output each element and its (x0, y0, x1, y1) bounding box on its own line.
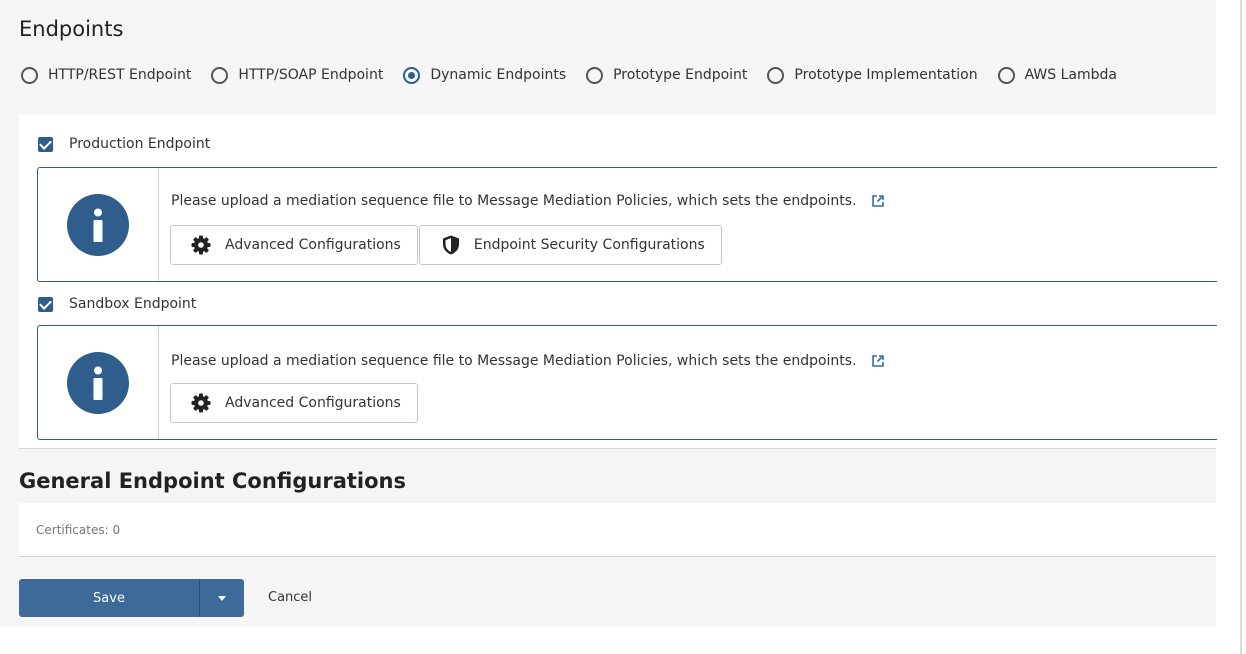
cancel-button[interactable]: Cancel (268, 590, 312, 605)
sandbox-advanced-configurations-button[interactable]: Advanced Configurations (170, 383, 418, 423)
external-link-icon[interactable] (871, 354, 885, 368)
radio-button[interactable] (767, 66, 785, 84)
radio-button[interactable] (586, 66, 604, 84)
radio-label: Prototype Implementation (794, 67, 978, 83)
production-endpoint-checkbox[interactable] (38, 136, 53, 152)
sandbox-info-box: Please upload a mediation sequence file … (37, 325, 1217, 440)
info-icon-panel (38, 168, 159, 281)
radio-label: AWS Lambda (1024, 67, 1117, 83)
endpoints-card: Production Endpoint Please upload a medi… (19, 114, 1217, 449)
save-dropdown-button[interactable] (199, 579, 244, 617)
save-button-group: Save (19, 579, 244, 617)
sandbox-button-row: Advanced Configurations (170, 383, 419, 423)
radio-aws-lambda[interactable]: AWS Lambda (997, 66, 1117, 84)
radio-button[interactable] (997, 66, 1015, 84)
endpoint-type-radio-group: HTTP/REST Endpoint HTTP/SOAP Endpoint Dy… (21, 64, 1137, 86)
certificates-count: Certificates: 0 (36, 522, 121, 537)
production-endpoint-checkbox-row[interactable]: Production Endpoint (38, 136, 210, 152)
info-icon-panel (38, 326, 159, 439)
production-advanced-configurations-button[interactable]: Advanced Configurations (170, 225, 418, 265)
sandbox-info-message: Please upload a mediation sequence file … (171, 353, 885, 369)
certificates-card[interactable]: Certificates: 0 (19, 503, 1216, 557)
info-icon (67, 351, 129, 414)
endpoints-title: Endpoints (19, 17, 124, 41)
shield-icon (442, 235, 460, 255)
save-button[interactable]: Save (19, 579, 199, 617)
button-label: Advanced Configurations (225, 237, 401, 253)
radio-button[interactable] (211, 66, 229, 84)
radio-prototype-endpoint[interactable]: Prototype Endpoint (586, 66, 748, 84)
radio-http-rest[interactable]: HTTP/REST Endpoint (21, 66, 192, 84)
radio-label: Prototype Endpoint (613, 67, 748, 83)
sandbox-endpoint-label: Sandbox Endpoint (69, 296, 197, 312)
radio-dynamic-endpoints[interactable]: Dynamic Endpoints (403, 66, 567, 84)
external-link-icon[interactable] (871, 194, 885, 208)
radio-label: HTTP/REST Endpoint (48, 67, 192, 83)
sandbox-message-text: Please upload a mediation sequence file … (171, 353, 857, 369)
radio-label: Dynamic Endpoints (430, 67, 567, 83)
radio-button[interactable] (21, 66, 38, 84)
production-message-text: Please upload a mediation sequence file … (171, 193, 857, 209)
radio-button-selected[interactable] (403, 66, 421, 84)
general-endpoint-configurations-title: General Endpoint Configurations (19, 469, 406, 493)
caret-down-icon (218, 595, 226, 601)
info-icon (67, 193, 129, 256)
gear-icon (191, 393, 211, 413)
production-info-message: Please upload a mediation sequence file … (171, 193, 885, 209)
sandbox-endpoint-checkbox-row[interactable]: Sandbox Endpoint (38, 296, 196, 312)
radio-label: HTTP/SOAP Endpoint (238, 67, 384, 83)
production-button-row: Advanced Configurations Endpoint Securit… (170, 225, 723, 265)
scrollbar[interactable] (1240, 0, 1242, 654)
button-label: Endpoint Security Configurations (473, 237, 705, 253)
production-info-box: Please upload a mediation sequence file … (37, 167, 1217, 282)
production-endpoint-label: Production Endpoint (69, 136, 211, 152)
button-label: Advanced Configurations (225, 395, 401, 411)
gear-icon (191, 235, 211, 255)
radio-prototype-implementation[interactable]: Prototype Implementation (767, 66, 978, 84)
radio-http-soap[interactable]: HTTP/SOAP Endpoint (211, 66, 384, 84)
production-endpoint-security-button[interactable]: Endpoint Security Configurations (418, 225, 722, 265)
sandbox-endpoint-checkbox[interactable] (38, 296, 53, 312)
